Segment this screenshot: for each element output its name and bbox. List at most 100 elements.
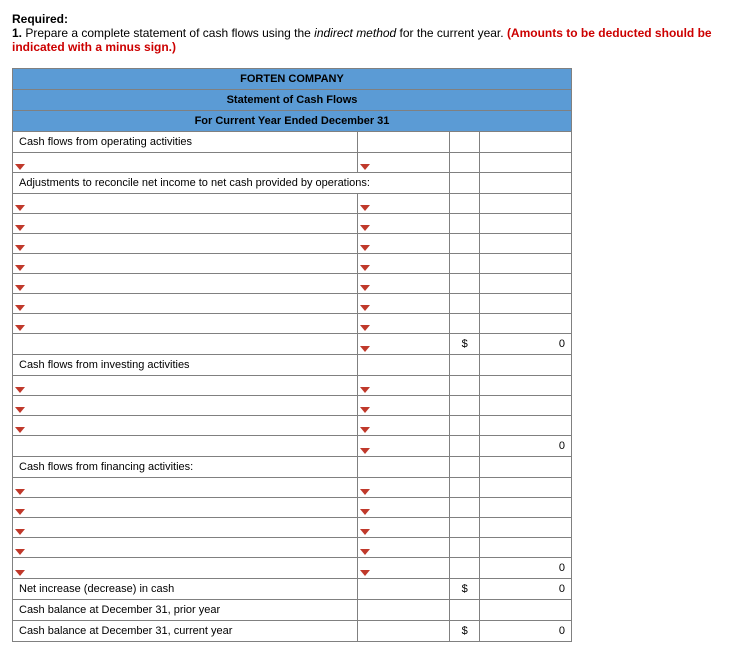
balance-current-label: Cash balance at December 31, current yea…: [13, 621, 358, 642]
text-italic: indirect method: [314, 26, 396, 40]
line-item-dropdown[interactable]: [13, 416, 358, 436]
operating-section-label: Cash flows from operating activities: [13, 132, 358, 153]
line-item-dropdown[interactable]: [13, 396, 358, 416]
financing-section-label: Cash flows from financing activities:: [13, 457, 358, 478]
cell[interactable]: [358, 621, 450, 642]
investing-section-label: Cash flows from investing activities: [13, 355, 358, 376]
cell[interactable]: [480, 355, 572, 376]
cell[interactable]: [480, 173, 572, 194]
cell: [450, 153, 480, 173]
cell: [450, 194, 480, 214]
net-increase-value: 0: [480, 579, 572, 600]
cell[interactable]: [358, 132, 450, 153]
amount-input[interactable]: [358, 254, 450, 274]
amount-input[interactable]: [358, 396, 450, 416]
cell: [450, 376, 480, 396]
cell[interactable]: [480, 538, 572, 558]
cell: [450, 214, 480, 234]
cell[interactable]: [480, 314, 572, 334]
dollar-sign: $: [450, 579, 480, 600]
line-item-dropdown[interactable]: [13, 498, 358, 518]
operating-total: 0: [480, 334, 572, 355]
amount-input[interactable]: [358, 376, 450, 396]
amount-input[interactable]: [358, 214, 450, 234]
cell[interactable]: [480, 416, 572, 436]
amount-input[interactable]: [358, 518, 450, 538]
item-number: 1.: [12, 26, 22, 40]
company-header: FORTEN COMPANY: [13, 69, 572, 90]
cell: [450, 132, 480, 153]
line-item-dropdown[interactable]: [13, 254, 358, 274]
cell[interactable]: [480, 478, 572, 498]
dollar-sign: $: [450, 334, 480, 355]
amount-input[interactable]: [358, 538, 450, 558]
line-item-dropdown[interactable]: [13, 274, 358, 294]
line-item-dropdown[interactable]: [13, 194, 358, 214]
cell[interactable]: [480, 234, 572, 254]
cell[interactable]: [358, 600, 450, 621]
cell[interactable]: [480, 457, 572, 478]
cell[interactable]: [480, 498, 572, 518]
cell[interactable]: [13, 334, 358, 355]
cell[interactable]: [480, 214, 572, 234]
cell: [450, 538, 480, 558]
line-item-dropdown[interactable]: [13, 214, 358, 234]
cell[interactable]: [480, 274, 572, 294]
amount-input[interactable]: [358, 194, 450, 214]
cell[interactable]: [480, 254, 572, 274]
text-part1: Prepare a complete statement of cash flo…: [22, 26, 314, 40]
line-item-dropdown[interactable]: [13, 478, 358, 498]
cash-flow-statement-table: FORTEN COMPANY Statement of Cash Flows F…: [12, 68, 572, 642]
line-item-dropdown[interactable]: [13, 153, 358, 173]
cell[interactable]: [480, 518, 572, 538]
adjustments-label: Adjustments to reconcile net income to n…: [13, 173, 450, 194]
amount-input[interactable]: [358, 274, 450, 294]
amount-input[interactable]: [358, 436, 450, 457]
line-item-dropdown[interactable]: [13, 314, 358, 334]
amount-input[interactable]: [358, 558, 450, 579]
line-item-dropdown[interactable]: [13, 234, 358, 254]
cell: [450, 274, 480, 294]
line-item-dropdown[interactable]: [13, 376, 358, 396]
amount-input[interactable]: [358, 314, 450, 334]
amount-input[interactable]: [358, 416, 450, 436]
required-label: Required:: [12, 12, 734, 26]
line-item-dropdown[interactable]: [13, 558, 358, 579]
cell: [450, 518, 480, 538]
line-item-dropdown[interactable]: [13, 294, 358, 314]
cell: [450, 294, 480, 314]
cell: [450, 396, 480, 416]
cell[interactable]: [358, 457, 450, 478]
cell: [450, 254, 480, 274]
cell[interactable]: [480, 294, 572, 314]
investing-total: 0: [480, 436, 572, 457]
cell[interactable]: [13, 436, 358, 457]
cell: [450, 558, 480, 579]
cell: [450, 416, 480, 436]
amount-input[interactable]: [358, 498, 450, 518]
amount-input[interactable]: [358, 234, 450, 254]
financing-total: 0: [480, 558, 572, 579]
line-item-dropdown[interactable]: [13, 538, 358, 558]
amount-input[interactable]: [358, 153, 450, 173]
cell[interactable]: [358, 355, 450, 376]
instructions: Required: 1. Prepare a complete statemen…: [12, 12, 734, 54]
cell[interactable]: [480, 396, 572, 416]
cell[interactable]: [358, 579, 450, 600]
cell: [450, 457, 480, 478]
cell: [450, 498, 480, 518]
balance-prior-input[interactable]: [480, 600, 572, 621]
cell: [450, 234, 480, 254]
cell[interactable]: [480, 194, 572, 214]
line-item-dropdown[interactable]: [13, 518, 358, 538]
net-increase-label: Net increase (decrease) in cash: [13, 579, 358, 600]
statement-title: Statement of Cash Flows: [13, 90, 572, 111]
cell[interactable]: [480, 153, 572, 173]
amount-input[interactable]: [358, 294, 450, 314]
amount-input[interactable]: [358, 334, 450, 355]
amount-input[interactable]: [358, 478, 450, 498]
cell: [450, 436, 480, 457]
cell[interactable]: [480, 132, 572, 153]
cell[interactable]: [480, 376, 572, 396]
requirement-line: 1. Prepare a complete statement of cash …: [12, 26, 734, 54]
